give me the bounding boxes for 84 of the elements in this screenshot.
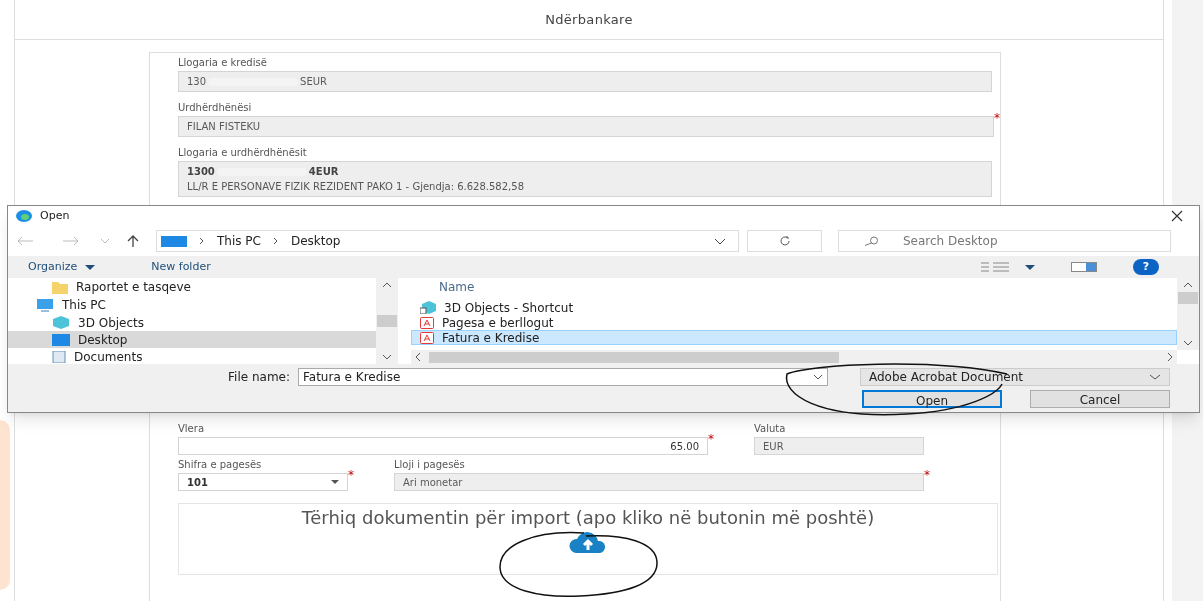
scrollbar[interactable] xyxy=(411,350,1177,364)
chevron-down-icon[interactable] xyxy=(714,237,726,245)
file-name-label: File name: xyxy=(228,369,290,386)
breadcrumb-chevron-icon xyxy=(199,237,205,245)
scroll-thumb[interactable] xyxy=(429,351,839,363)
file-type-dropdown[interactable]: Adobe Acrobat Document xyxy=(860,368,1170,386)
input-field[interactable]: 101 xyxy=(178,473,348,491)
upload-dropzone[interactable]: Tërhiq dokumentin për import (apo kliko në butonin më poshtë) xyxy=(178,503,998,575)
caret-icon xyxy=(331,480,339,484)
field-label: Valuta xyxy=(754,422,787,436)
field-value: SEUR xyxy=(300,75,328,89)
scroll-thumb[interactable] xyxy=(377,315,397,327)
desktop-icon xyxy=(161,235,187,247)
navigation-item[interactable]: 3D Objects xyxy=(8,314,376,331)
scroll-left-icon[interactable] xyxy=(415,352,421,362)
field-value: FILAN FISTEKU xyxy=(187,120,262,134)
file-name-combobox[interactable]: Fatura e Kredise xyxy=(298,368,828,386)
field-label: Vlera xyxy=(178,422,205,436)
address-bar[interactable]: This PC Desktop xyxy=(156,230,739,252)
field-value: 101 xyxy=(187,475,208,490)
scroll-down-icon[interactable] xyxy=(1183,340,1193,346)
field-label: Lloji i pagesës xyxy=(394,458,466,472)
scroll-right-icon[interactable] xyxy=(1167,352,1173,362)
breadcrumb-item[interactable]: Desktop xyxy=(290,232,341,250)
cloud-upload-icon[interactable] xyxy=(568,531,608,555)
navigation-item[interactable]: Desktop xyxy=(8,331,376,348)
scrollbar[interactable] xyxy=(1177,278,1199,350)
chevron-down-icon xyxy=(813,374,823,380)
column-header[interactable]: Name xyxy=(411,278,1177,294)
navigation-item[interactable]: Documents xyxy=(8,348,376,364)
computer-icon xyxy=(36,298,54,312)
up-arrow-icon[interactable] xyxy=(126,234,140,248)
breadcrumb-item[interactable]: This PC xyxy=(217,232,261,250)
field-label: Urdhërdhënësi xyxy=(178,101,253,115)
scroll-up-icon[interactable] xyxy=(1183,282,1193,288)
breadcrumb-chevron-icon xyxy=(272,237,279,245)
field-value: Ari monetar xyxy=(403,475,463,490)
required-mark: * xyxy=(924,469,930,481)
cube-shortcut-icon xyxy=(420,301,436,314)
organize-menu[interactable]: Organize xyxy=(28,258,78,276)
dropdown-caret-icon[interactable] xyxy=(1025,264,1035,270)
browser-logo-icon xyxy=(16,210,32,222)
dialog-title: Open xyxy=(40,207,71,224)
account-detail: LL/R E PERSONAVE FIZIK REZIDENT PAKO 1 - Gjendja: 6.628.582,58 xyxy=(187,180,525,194)
search-placeholder: Search Desktop xyxy=(903,233,998,250)
field-value: EUR xyxy=(763,439,784,454)
close-icon[interactable] xyxy=(1171,210,1183,222)
required-mark: * xyxy=(994,112,1000,124)
required-mark: * xyxy=(348,469,354,481)
scroll-thumb[interactable] xyxy=(1178,292,1198,304)
required-mark: * xyxy=(708,433,714,445)
file-row[interactable]: 3D Objects - Shortcut xyxy=(411,300,1177,315)
pdf-file-icon xyxy=(420,316,434,329)
field-value: 130 xyxy=(187,75,207,89)
field-value: 4EUR xyxy=(308,165,339,179)
file-row[interactable]: Fatura e Kredise xyxy=(411,330,1177,345)
input-field[interactable]: 65.00 xyxy=(178,437,708,455)
preview-pane-icon[interactable] xyxy=(1071,262,1097,272)
file-row[interactable]: Pagesa e berllogut xyxy=(411,315,1177,330)
field-label: Shifra e pagesës xyxy=(178,458,263,472)
pdf-file-icon xyxy=(420,331,434,344)
refresh-icon xyxy=(778,235,791,247)
dropzone-text: Tërhiq dokumentin për import (apo kliko në butonin më poshtë) xyxy=(300,508,876,527)
open-button[interactable]: Open xyxy=(862,390,1002,408)
page-title: Ndërbankare xyxy=(545,10,633,29)
search-field[interactable]: Search Desktop xyxy=(838,230,1171,252)
field-value: 65.00 xyxy=(670,439,699,454)
scroll-down-icon[interactable] xyxy=(382,354,392,360)
field-label: Llogaria e urdhërdhënësit xyxy=(178,146,308,160)
folder-icon xyxy=(52,280,68,294)
search-icon xyxy=(863,236,879,246)
navigation-item[interactable]: This PC xyxy=(8,296,376,314)
field-label: Llogaria e kredisë xyxy=(178,56,268,70)
help-button[interactable]: ? xyxy=(1133,259,1159,275)
navigation-item[interactable]: Raportet e tasqeve xyxy=(8,278,376,296)
desktop-icon xyxy=(52,333,70,346)
chevron-down-icon xyxy=(1149,374,1161,380)
cube-icon xyxy=(52,316,70,329)
dropdown-caret-icon[interactable] xyxy=(85,264,96,270)
field-value: 1300 xyxy=(187,165,215,179)
new-folder-button[interactable]: New folder xyxy=(151,258,211,276)
scroll-up-icon[interactable] xyxy=(382,282,392,288)
document-icon xyxy=(52,350,66,363)
cancel-button[interactable]: Cancel xyxy=(1030,390,1170,408)
